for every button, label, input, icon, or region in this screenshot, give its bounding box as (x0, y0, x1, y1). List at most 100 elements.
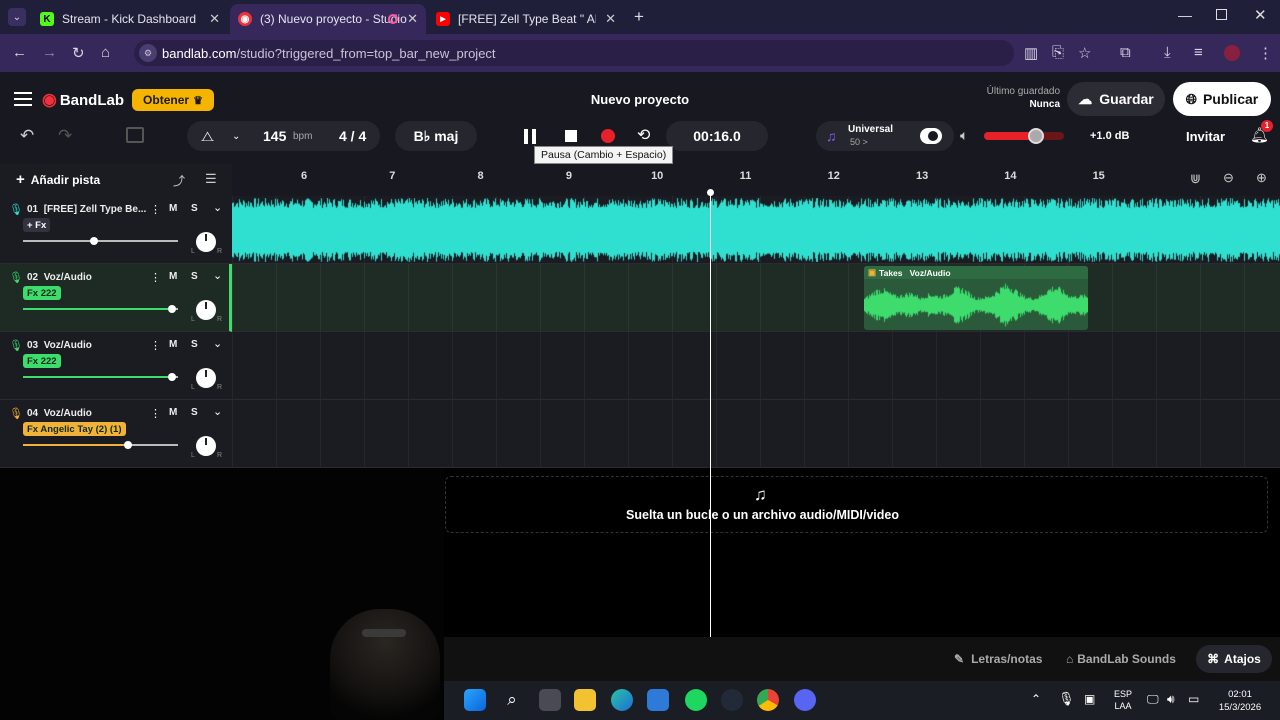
microphone-icon[interactable]: 🎙︎ (1058, 691, 1075, 707)
save-button[interactable]: ☁ Guardar (1067, 82, 1165, 116)
automation-icon[interactable]: ⤴ (173, 172, 185, 189)
track-volume-slider[interactable] (23, 305, 178, 313)
metronome-dropdown-icon[interactable]: ⌄ (232, 131, 240, 142)
metronome-icon[interactable]: ⧍ (201, 128, 214, 145)
time-signature[interactable]: 4 / 4 (339, 128, 366, 144)
zoom-out-icon[interactable]: ⊖ (1223, 170, 1234, 186)
new-tab-button[interactable]: + (634, 7, 644, 27)
tempo-value[interactable]: 145 (263, 128, 286, 144)
preset-value[interactable]: 50 > (850, 137, 868, 147)
spotify-icon[interactable] (685, 689, 707, 711)
speaker-icon[interactable]: 🔈︎ (960, 127, 968, 144)
track-lane[interactable] (232, 332, 1280, 400)
profile-avatar[interactable] (1224, 45, 1240, 61)
track-number-name[interactable]: 03 Voz/Audio (27, 340, 92, 351)
pan-knob[interactable] (196, 368, 216, 388)
pause-button[interactable] (524, 129, 538, 144)
back-icon[interactable]: ← (12, 44, 27, 61)
preset-toggle[interactable] (920, 128, 942, 144)
maximize-button[interactable] (1216, 9, 1227, 20)
close-tab-icon[interactable]: ✕ (605, 11, 616, 27)
media-control-icon[interactable]: ≡ (1194, 44, 1203, 61)
publish-button[interactable]: 🌐︎ Publicar (1173, 82, 1271, 116)
track-lane[interactable] (232, 264, 1280, 332)
volume-thumb[interactable] (123, 441, 132, 449)
reading-mode-icon[interactable]: ▥ (1024, 44, 1038, 62)
bandlab-logo[interactable]: ◉ BandLab (42, 90, 124, 110)
piano-keys-icon[interactable] (126, 127, 144, 143)
loop-icon[interactable]: ⟲ (637, 125, 650, 145)
track-volume-slider[interactable] (23, 373, 178, 381)
fx-badge[interactable]: + Fx (23, 218, 51, 232)
store-icon[interactable] (647, 689, 669, 711)
mute-button[interactable]: M (169, 407, 177, 418)
stop-button[interactable] (565, 130, 577, 142)
tray-app-icon[interactable]: ▣ (1084, 692, 1095, 706)
downloads-icon[interactable]: ⤓ (1164, 44, 1171, 61)
track-number-name[interactable]: 02 Voz/Audio (27, 272, 92, 283)
close-window-button[interactable]: ✕ (1254, 6, 1267, 24)
master-volume-slider[interactable] (984, 128, 1064, 144)
pan-knob[interactable] (196, 232, 216, 252)
browser-tab-kick[interactable]: K Stream - Kick Dashboard ✕ (32, 4, 228, 34)
track-volume-slider[interactable] (23, 441, 178, 449)
task-view-icon[interactable] (539, 689, 561, 711)
volume-thumb[interactable] (167, 373, 176, 381)
track-expand-icon[interactable]: ⌄ (213, 269, 222, 282)
record-button[interactable] (601, 129, 615, 143)
track-menu-icon[interactable]: ⋮ (150, 271, 161, 284)
track-header[interactable]: 🎙︎ 04 Voz/Audio ⋮ M S ⌄ Fx Angelic Tay (2) (1)… (0, 400, 232, 468)
network-icon[interactable]: 🖵︎ (1147, 692, 1159, 707)
mute-button[interactable]: M (169, 339, 177, 350)
zoom-in-icon[interactable]: ⊕ (1256, 170, 1267, 186)
edge-icon[interactable] (611, 689, 633, 711)
get-membership-button[interactable]: Obtener ♛ (132, 89, 214, 111)
solo-button[interactable]: S (191, 407, 198, 418)
install-app-icon[interactable]: ⎘ (1052, 44, 1064, 61)
browser-tab-youtube[interactable]: ▶ [FREE] Zell Type Beat " ANTES D ✕ (428, 4, 624, 34)
microphone-icon[interactable]: 🎙︎ (9, 339, 23, 352)
windows-start-icon[interactable] (464, 689, 486, 711)
track-settings-icon[interactable]: ☰ (205, 171, 217, 187)
lyrics-button[interactable]: ✎ Letras/notas (954, 652, 1042, 666)
home-icon[interactable]: ⌂ (101, 44, 110, 61)
track-header[interactable]: 🎙︎ 01 [FREE] Zell Type Be... ⋮ M S ⌄ + Fx L R (0, 196, 232, 264)
track-menu-icon[interactable]: ⋮ (150, 407, 161, 420)
language-indicator[interactable]: ESP LAA (1114, 688, 1132, 712)
extensions-icon[interactable]: ⧉ (1120, 44, 1131, 61)
track-expand-icon[interactable]: ⌄ (213, 405, 222, 418)
invite-button[interactable]: Invitar (1186, 129, 1225, 144)
chrome-icon[interactable] (757, 689, 779, 711)
track-lanes[interactable]: ▣ Takes Voz/Audio (232, 196, 1280, 468)
shortcuts-button[interactable]: ⌘ Atajos (1196, 645, 1272, 673)
solo-button[interactable]: S (191, 271, 198, 282)
reload-icon[interactable]: ↻ (72, 44, 85, 62)
volume-thumb[interactable] (90, 237, 99, 245)
track-lane[interactable] (232, 400, 1280, 468)
search-icon[interactable]: ⌕ (501, 689, 523, 711)
microphone-icon[interactable]: 🎙︎ (9, 203, 23, 216)
solo-button[interactable]: S (191, 203, 198, 214)
track-menu-icon[interactable]: ⋮ (150, 339, 161, 352)
mute-button[interactable]: M (169, 271, 177, 282)
track-expand-icon[interactable]: ⌄ (213, 337, 222, 350)
mute-button[interactable]: M (169, 203, 177, 214)
minimize-button[interactable]: — (1178, 7, 1192, 23)
steam-icon[interactable] (721, 689, 743, 711)
pan-knob[interactable] (196, 436, 216, 456)
snap-magnet-icon[interactable]: ⋓ (1190, 171, 1201, 187)
browser-tab-bandlab[interactable]: ◉ (3) Nuevo proyecto - Studio ✕ (230, 4, 426, 34)
track-header[interactable]: 🎙︎ 03 Voz/Audio ⋮ M S ⌄ Fx 222 L R (0, 332, 232, 400)
fx-badge[interactable]: Fx 222 (23, 286, 61, 300)
battery-icon[interactable]: ▭ (1188, 692, 1199, 706)
close-tab-icon[interactable]: ✕ (407, 11, 418, 27)
drop-zone[interactable]: ♫ Suelta un bucle o un archivo audio/MID… (445, 476, 1268, 533)
playhead[interactable] (710, 190, 711, 637)
browser-menu-icon[interactable]: ⋮ (1258, 44, 1273, 62)
close-tab-icon[interactable]: ✕ (209, 11, 220, 27)
redo-icon[interactable]: ↷ (58, 126, 72, 146)
track-number-name[interactable]: 04 Voz/Audio (27, 408, 92, 419)
file-explorer-icon[interactable] (574, 689, 596, 711)
solo-button[interactable]: S (191, 339, 198, 350)
add-track-button[interactable]: + Añadir pista (16, 171, 100, 188)
